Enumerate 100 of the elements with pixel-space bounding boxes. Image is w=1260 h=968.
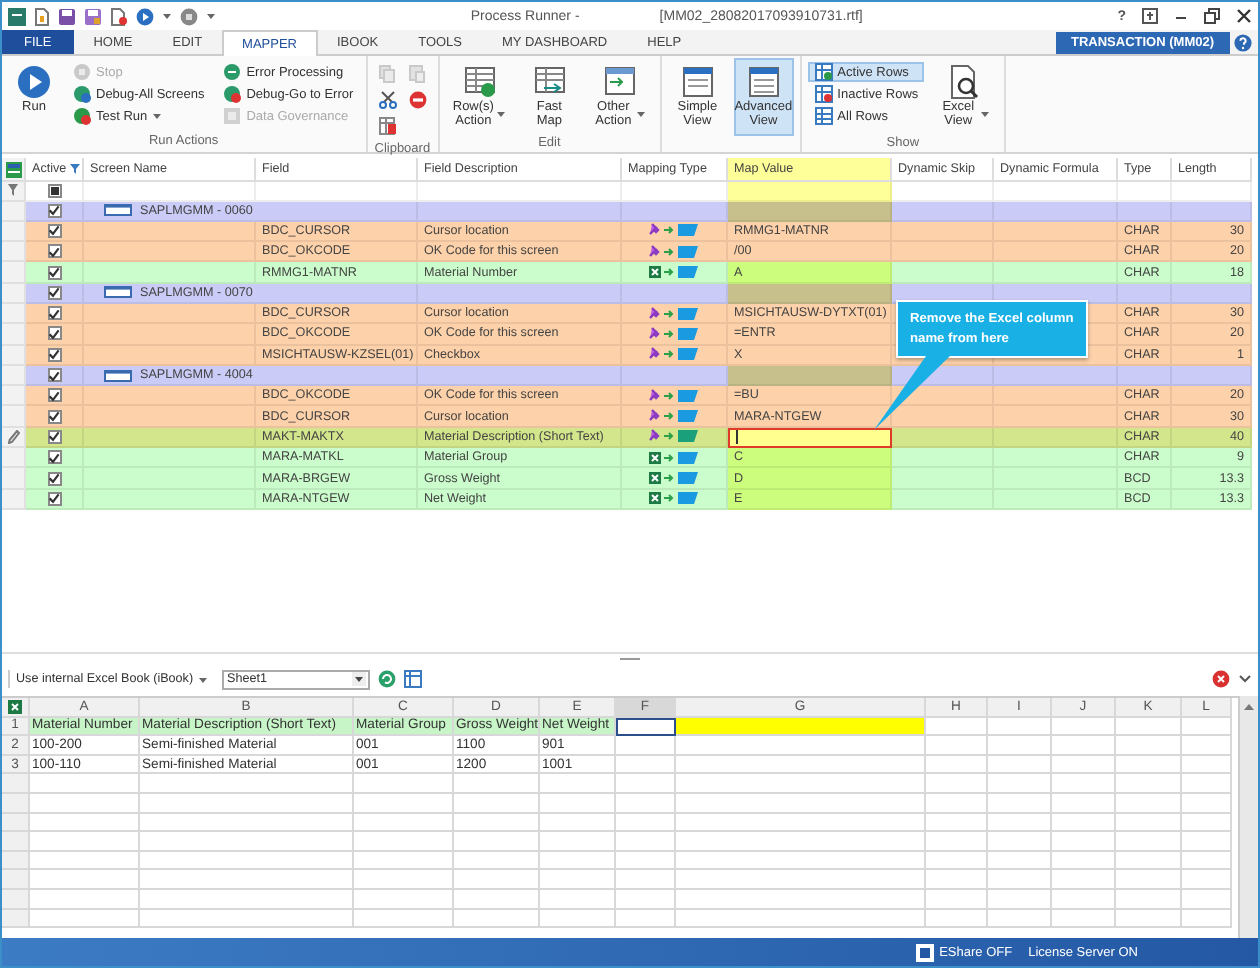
sheet-cell[interactable] — [30, 793, 140, 814]
sheet-cell[interactable] — [1116, 793, 1182, 814]
sheet-cell[interactable] — [540, 889, 616, 910]
sheet-cell[interactable] — [676, 832, 926, 852]
sheet-cell[interactable] — [354, 793, 454, 814]
sheet-cell[interactable] — [1052, 717, 1116, 737]
sheet-cell[interactable] — [1182, 755, 1232, 775]
close-icon[interactable] — [1236, 8, 1252, 24]
sheet-cell[interactable] — [30, 851, 140, 871]
sheet-cell[interactable] — [926, 774, 988, 794]
map-value-field[interactable] — [728, 427, 892, 449]
sheet-cell[interactable] — [354, 889, 454, 910]
sheet-cell[interactable] — [988, 851, 1052, 871]
remove-icon[interactable] — [407, 90, 428, 110]
sheet-cell[interactable] — [1182, 793, 1232, 814]
sheet-cell[interactable] — [1182, 736, 1232, 756]
sheet-cell[interactable] — [1052, 870, 1116, 890]
sheet-cell[interactable] — [1116, 736, 1182, 756]
sheet-cell[interactable] — [540, 909, 616, 929]
splitter-handle[interactable] — [620, 658, 640, 662]
sheet-cell[interactable] — [616, 832, 676, 852]
new-document-icon[interactable] — [34, 7, 50, 25]
checkbox[interactable] — [47, 203, 61, 218]
sheet-cell[interactable] — [988, 793, 1052, 814]
sheet-cell[interactable] — [676, 774, 926, 794]
sheet-cell[interactable] — [988, 889, 1052, 910]
checkbox[interactable] — [47, 368, 61, 383]
sheet-cell[interactable] — [1116, 832, 1182, 852]
scroll-up-icon[interactable] — [1244, 702, 1254, 710]
sheet-cell[interactable] — [1116, 851, 1182, 871]
sheet-cell[interactable] — [1052, 793, 1116, 814]
sheet-cell[interactable] — [1052, 889, 1116, 910]
checkbox[interactable] — [47, 450, 61, 465]
sheet-cell[interactable] — [1052, 813, 1116, 833]
caret-icon[interactable] — [206, 12, 216, 20]
sheet-cell[interactable] — [1182, 851, 1232, 871]
sheet-cell[interactable] — [30, 909, 140, 929]
sheet-cell[interactable] — [1052, 851, 1116, 871]
grid-settings-icon[interactable] — [5, 161, 21, 177]
sheet-cell[interactable] — [1182, 909, 1232, 929]
sheet-cell[interactable] — [1116, 774, 1182, 794]
sheet-cell[interactable] — [676, 793, 926, 814]
save-icon[interactable] — [58, 7, 76, 25]
sheet-cell[interactable] — [926, 889, 988, 910]
sheet-cell[interactable] — [676, 717, 926, 737]
sheet-cell[interactable] — [454, 909, 540, 929]
run-icon[interactable] — [136, 7, 154, 25]
sheet-cell[interactable] — [354, 774, 454, 794]
sheet-cell[interactable] — [676, 755, 926, 775]
sheet-cell[interactable] — [1052, 832, 1116, 852]
help-icon[interactable] — [1234, 33, 1252, 51]
caret-icon[interactable] — [197, 675, 208, 683]
sheet-cell[interactable] — [454, 889, 540, 910]
checkbox[interactable] — [47, 429, 61, 444]
checkbox[interactable] — [47, 388, 61, 403]
sheet-cell[interactable] — [30, 774, 140, 794]
sheet-cell[interactable] — [1116, 755, 1182, 775]
sheet-cell[interactable] — [988, 832, 1052, 852]
checkbox[interactable] — [47, 409, 61, 424]
sheet-cell[interactable] — [676, 813, 926, 833]
sheet-cell[interactable] — [354, 832, 454, 852]
sheet-cell[interactable] — [616, 889, 676, 910]
sheet-cell[interactable] — [676, 870, 926, 890]
checkbox[interactable] — [47, 265, 61, 280]
sheet-cell[interactable] — [454, 813, 540, 833]
checkbox[interactable] — [47, 244, 61, 259]
sheet-corner[interactable] — [2, 698, 30, 718]
sheet-cell[interactable] — [140, 851, 354, 871]
sheet-cell[interactable] — [540, 851, 616, 871]
sheet-cell[interactable] — [988, 870, 1052, 890]
caret-icon[interactable] — [162, 12, 172, 20]
sheet-cell[interactable] — [1182, 832, 1232, 852]
sheet-cell[interactable] — [616, 755, 676, 775]
caret-icon[interactable] — [495, 110, 506, 119]
sheet-cell[interactable] — [926, 755, 988, 775]
filter-checkbox[interactable] — [47, 183, 61, 198]
sheet-cell[interactable] — [926, 813, 988, 833]
checkbox[interactable] — [47, 306, 61, 321]
sheet-cell[interactable] — [676, 909, 926, 929]
filter-cell[interactable] — [728, 182, 892, 201]
sheet-cell[interactable] — [540, 870, 616, 890]
sheet-cell[interactable] — [1116, 717, 1182, 737]
sheet-cell[interactable] — [1116, 870, 1182, 890]
sheet-cell[interactable] — [616, 870, 676, 890]
sheet-cell[interactable] — [354, 813, 454, 833]
save-as-icon[interactable] — [84, 7, 102, 25]
sheet-cell[interactable] — [1182, 870, 1232, 890]
scrollbar[interactable] — [1238, 696, 1258, 938]
sheet-cell[interactable] — [140, 909, 354, 929]
sheet-cell[interactable] — [540, 813, 616, 833]
sheet-cell[interactable] — [1052, 755, 1116, 775]
sheet-cell[interactable] — [140, 870, 354, 890]
sheet-cell[interactable] — [454, 832, 540, 852]
stop-icon[interactable] — [180, 7, 198, 25]
refresh-icon[interactable] — [377, 670, 396, 688]
sheet-cell[interactable] — [1182, 717, 1232, 737]
sheet-cell[interactable] — [30, 870, 140, 890]
sheet-cell[interactable] — [1116, 909, 1182, 929]
sheet-cell[interactable] — [926, 793, 988, 814]
sheet-cell[interactable] — [926, 717, 988, 737]
